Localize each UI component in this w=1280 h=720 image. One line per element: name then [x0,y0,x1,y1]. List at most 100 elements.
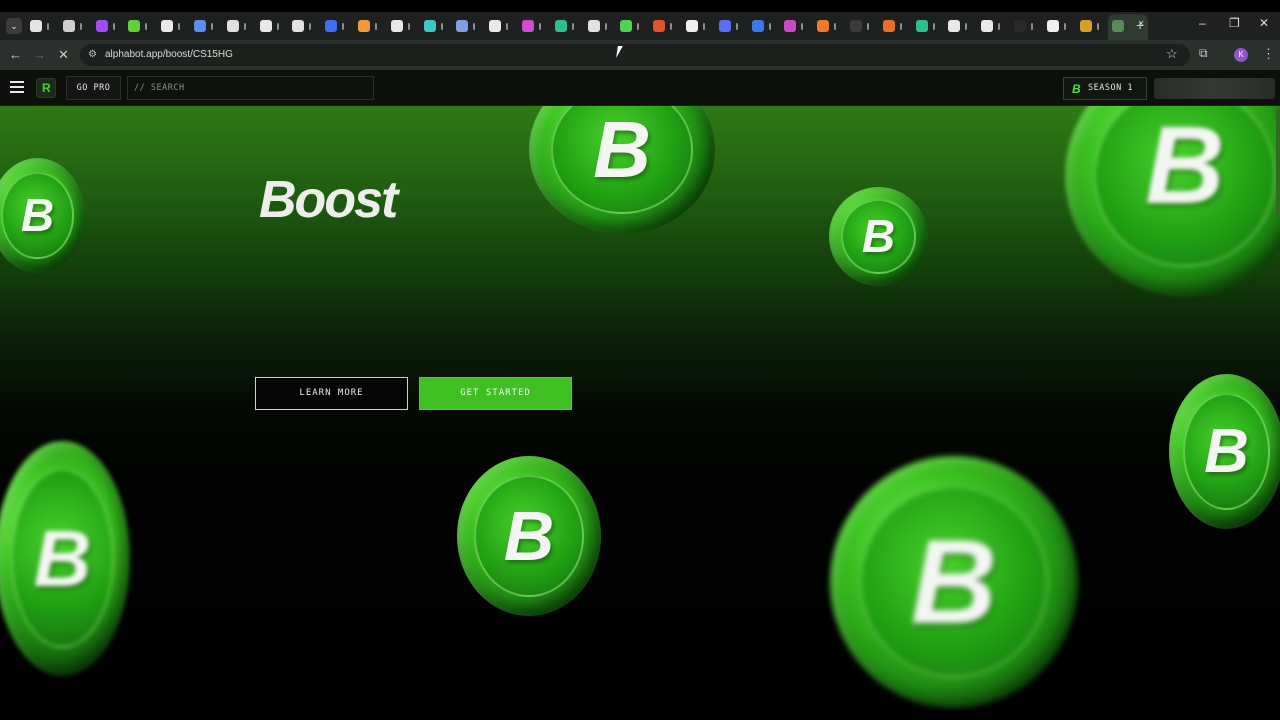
browser-tab[interactable] [288,14,321,40]
tab-favicon-icon [882,20,895,32]
tab-separator [440,23,443,30]
boost-b-icon: B [1072,82,1082,96]
tab-favicon-icon [685,20,698,32]
tab-favicon-icon [456,20,469,32]
learn-more-button[interactable]: LEARN MORE [255,377,408,410]
browser-tab[interactable] [846,14,879,40]
window-top-edge [0,0,1280,12]
browser-tab[interactable] [157,14,190,40]
browser-tab[interactable] [813,14,846,40]
browser-tab[interactable] [452,14,485,40]
browser-tab[interactable] [748,14,781,40]
tab-separator [506,23,509,30]
tab-separator [768,23,771,30]
tab-separator [1030,23,1033,30]
tab-separator [670,23,673,30]
tab-favicon-icon [948,20,961,32]
tab-search-button[interactable]: ⌄ [6,18,22,34]
new-tab-button[interactable]: + [1136,17,1144,33]
browser-tab[interactable] [256,14,289,40]
back-button[interactable]: ← [9,47,22,62]
browser-tab[interactable] [879,14,912,40]
tab-favicon-icon [718,20,731,32]
hamburger-menu-icon[interactable] [10,81,24,93]
browser-tab[interactable] [354,14,387,40]
restore-button[interactable]: ❐ [1229,16,1240,30]
browser-tab[interactable] [1043,14,1076,40]
browser-tab[interactable] [551,14,584,40]
go-pro-button[interactable]: GO PRO [66,76,121,100]
browser-tab[interactable] [1010,14,1043,40]
browser-tab[interactable] [321,14,354,40]
coin-icon: B [1169,374,1280,529]
tab-separator [243,23,246,30]
address-bar[interactable]: ⚙ alphabot.app/boost/CS15HG [80,44,1190,66]
tab-favicon-icon [653,20,666,32]
season-button[interactable]: B SEASON 1 [1063,77,1147,100]
minimize-button[interactable]: – [1199,16,1206,30]
coin-icon: B [529,106,715,234]
coin-icon: B [457,456,601,616]
tab-separator [309,23,312,30]
tab-separator [702,23,705,30]
coin-icon: B [1065,106,1280,296]
browser-tab[interactable] [26,14,59,40]
tab-favicon-icon [817,20,830,32]
browser-menu-icon[interactable]: ⋮ [1262,46,1275,62]
browser-tab[interactable] [518,14,551,40]
tab-favicon-icon [62,20,75,32]
profile-avatar[interactable]: K [1234,48,1248,62]
browser-tab[interactable] [59,14,92,40]
search-input[interactable]: // SEARCH [127,76,374,100]
tab-separator [407,23,410,30]
tab-separator [538,23,541,30]
browser-tab[interactable] [584,14,617,40]
alphabot-logo[interactable]: R [36,78,56,98]
tab-separator [178,23,181,30]
tab-favicon-icon [915,20,928,32]
extensions-icon[interactable]: ⧉ [1199,46,1208,61]
get-started-button[interactable]: GET STARTED [419,377,572,410]
browser-tab[interactable] [977,14,1010,40]
browser-tab[interactable] [649,14,682,40]
browser-tab[interactable] [124,14,157,40]
browser-tab[interactable] [485,14,518,40]
stop-loading-button[interactable]: ✕ [58,47,69,63]
browser-tab[interactable] [944,14,977,40]
tab-separator [47,23,49,30]
page-scrollbar[interactable] [1276,108,1280,218]
tab-separator [1063,23,1066,30]
tab-favicon-icon [1013,20,1026,32]
tab-separator [834,23,837,30]
tab-favicon-icon [849,20,862,32]
url-text[interactable]: alphabot.app/boost/CS15HG [105,49,233,60]
browser-tab[interactable] [715,14,748,40]
browser-tab[interactable] [780,14,813,40]
browser-tab[interactable] [420,14,453,40]
tab-separator [79,23,82,30]
browser-tab[interactable] [190,14,223,40]
tab-favicon-icon [161,20,174,32]
tab-favicon-icon [325,20,338,32]
tab-separator [637,23,640,30]
browser-tab[interactable] [682,14,715,40]
bookmark-star-icon[interactable]: ☆ [1166,46,1178,62]
window-close-button[interactable]: ✕ [1259,16,1269,30]
tab-separator [276,23,279,30]
browser-tab[interactable] [92,14,125,40]
browser-tab[interactable] [1076,14,1109,40]
tab-favicon-icon [1112,20,1125,32]
site-info-icon[interactable]: ⚙ [88,49,100,61]
tab-favicon-icon [1079,20,1092,32]
coin-icon: B [829,187,928,286]
account-placeholder[interactable] [1154,78,1275,99]
forward-button[interactable]: → [33,47,46,62]
browser-tab[interactable] [223,14,256,40]
tab-favicon-icon [784,20,797,32]
browser-tab[interactable] [387,14,420,40]
tab-separator [145,23,148,30]
browser-tab[interactable] [912,14,945,40]
browser-tab[interactable] [616,14,649,40]
tab-separator [899,23,902,30]
coin-icon: B [0,441,130,676]
